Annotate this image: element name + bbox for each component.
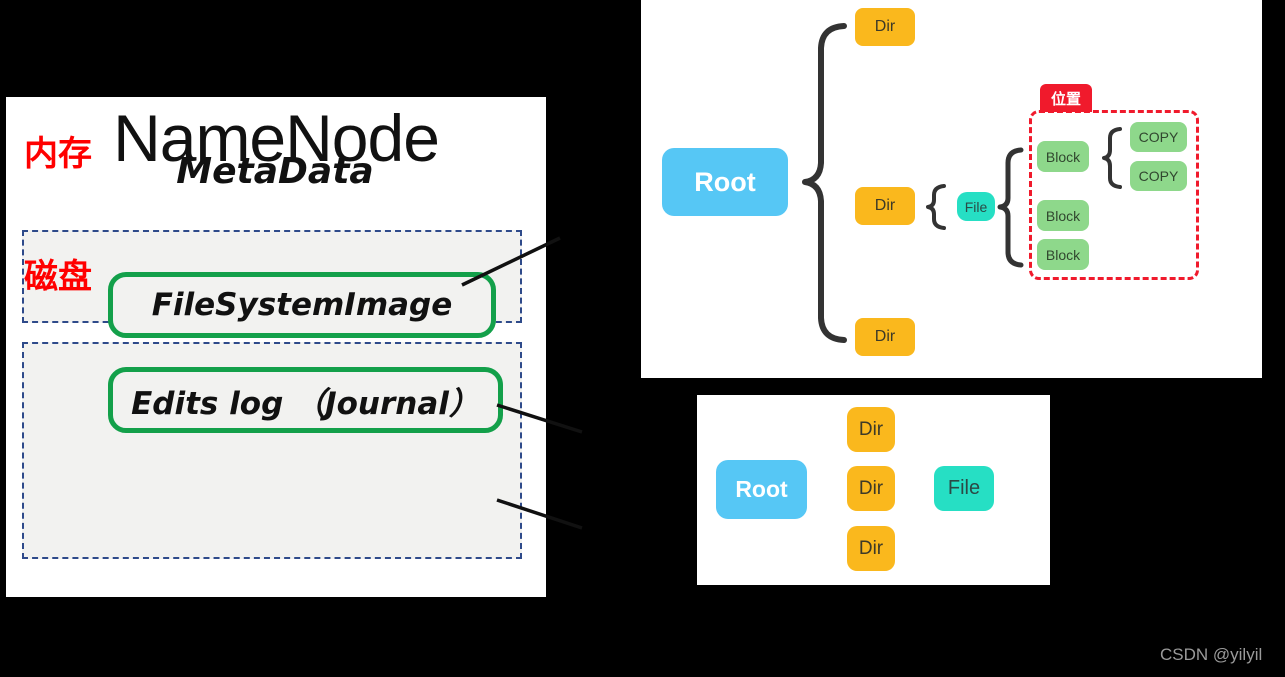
tree-file-node[interactable]: File (957, 192, 995, 221)
disk-label: 磁盘 (24, 257, 92, 297)
tree-block-node-2[interactable]: Block (1037, 200, 1089, 231)
tree-copy-node-2[interactable]: COPY (1130, 161, 1187, 191)
screenshot-root: NameNode 内存 MetaData 磁盘 FileSystemImage … (0, 0, 1285, 677)
metadata-label: MetaData (176, 151, 374, 192)
tree-root-node[interactable]: Root (662, 148, 788, 216)
memory-label: 内存 (24, 134, 92, 174)
tree-block-node-1[interactable]: Block (1037, 141, 1089, 172)
tree-dir-node-1[interactable]: Dir (855, 8, 915, 46)
tree-dir-node-2[interactable]: Dir (855, 187, 915, 225)
tree-block-node-3[interactable]: Block (1037, 239, 1089, 270)
filesystemimage-box: FileSystemImage (108, 272, 496, 338)
tree-copy-node-1[interactable]: COPY (1130, 122, 1187, 152)
location-tab-label: 位置 (1040, 84, 1092, 112)
tree-dir-node-3[interactable]: Dir (855, 318, 915, 356)
simple-tree-root-node[interactable]: Root (716, 460, 807, 519)
simple-tree-dir-node-1[interactable]: Dir (847, 407, 895, 452)
editslog-box: Edits log （Journal） (108, 367, 503, 433)
simple-tree-file-node[interactable]: File (934, 466, 994, 511)
simple-tree-dir-node-3[interactable]: Dir (847, 526, 895, 571)
simple-tree-dir-node-2[interactable]: Dir (847, 466, 895, 511)
watermark-text: CSDN @yilyil (1160, 645, 1263, 664)
